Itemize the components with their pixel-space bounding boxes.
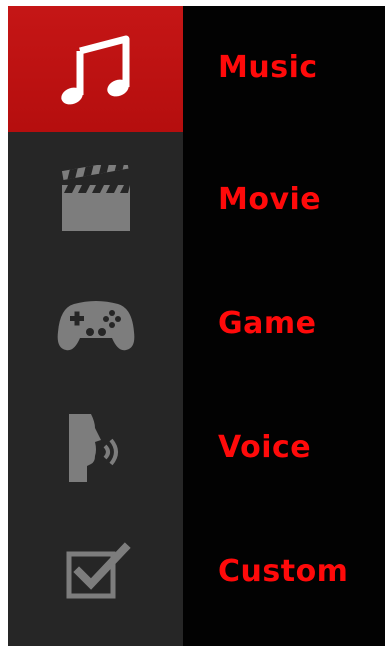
mode-label-music: Music (218, 50, 318, 85)
checkbox-icon (61, 540, 131, 604)
mode-label-movie: Movie (218, 182, 322, 217)
audio-mode-panel: Music Movie Game Voice Custom (8, 6, 385, 646)
mode-label-custom: Custom (218, 554, 349, 589)
mode-label-game: Game (218, 306, 317, 341)
mode-icon-cell (8, 262, 183, 386)
mode-icon-cell (8, 386, 183, 510)
mode-icon-cell (8, 138, 183, 262)
mode-item-game[interactable]: Game (8, 262, 385, 386)
music-note-icon (56, 29, 136, 109)
clapperboard-icon (56, 165, 136, 235)
mode-item-custom[interactable]: Custom (8, 510, 385, 634)
mode-item-voice[interactable]: Voice (8, 386, 385, 510)
mode-icon-cell (8, 510, 183, 634)
voice-profile-icon (61, 408, 131, 488)
mode-item-music[interactable]: Music (8, 6, 385, 132)
mode-item-movie[interactable]: Movie (8, 138, 385, 262)
mode-label-voice: Voice (218, 430, 312, 465)
gamepad-icon (54, 292, 138, 356)
mode-icon-cell (8, 6, 183, 132)
